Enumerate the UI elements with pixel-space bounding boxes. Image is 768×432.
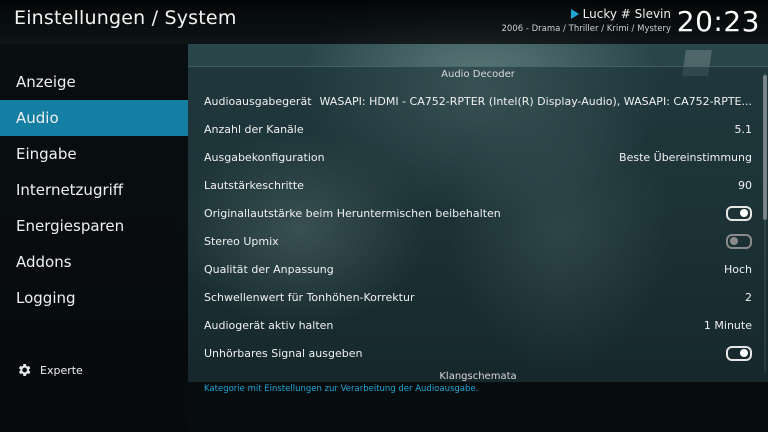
sidebar-item-audio[interactable]: Audio — [0, 100, 188, 136]
category-description: Kategorie mit Einstellungen zur Verarbei… — [204, 384, 479, 394]
setting-channel-count[interactable]: Anzahl der Kanäle 5.1 — [204, 115, 752, 143]
now-playing-info[interactable]: Lucky # Slevin 2006 - Drama / Thriller /… — [502, 7, 671, 34]
setting-label: Stereo Upmix — [204, 234, 279, 248]
sidebar-item-energiesparen[interactable]: Energiesparen — [0, 208, 188, 244]
setting-keep-original-volume[interactable]: Originallautstärke beim Heruntermischen … — [204, 199, 752, 227]
setting-value: 1 Minute — [703, 318, 752, 332]
section-header-audio-decoder: Audio Decoder — [441, 69, 515, 80]
setting-label: Qualität der Anpassung — [204, 262, 334, 276]
setting-output-configuration[interactable]: Ausgabekonfiguration Beste Übereinstimmu… — [204, 143, 752, 171]
toggle-knob — [740, 349, 748, 357]
settings-level-button[interactable]: Experte — [16, 362, 83, 378]
toggle-switch-on[interactable] — [726, 345, 752, 361]
settings-panel: Audio Decoder Audioausgabegerät WASAPI: … — [188, 66, 768, 383]
setting-stereo-upmix[interactable]: Stereo Upmix — [204, 227, 752, 255]
now-playing-meta: 2006 - Drama / Thriller / Krimi / Myster… — [501, 24, 671, 34]
setting-value: WASAPI: HDMI - CA752-RPTER (Intel(R) Dis… — [319, 94, 752, 108]
toggle-knob — [740, 209, 748, 217]
top-bar: Einstellungen / System Lucky # Slevin 20… — [0, 0, 768, 44]
sidebar: Anzeige Audio Eingabe Internetzugriff En… — [0, 44, 188, 432]
setting-label: Unhörbares Signal ausgeben — [204, 346, 363, 360]
now-playing-title: Lucky # Slevin — [582, 7, 671, 21]
setting-label: Audioausgabegerät — [204, 94, 312, 108]
now-playing-title-row: Lucky # Slevin — [502, 7, 671, 21]
setting-audio-output-device[interactable]: Audioausgabegerät WASAPI: HDMI - CA752-R… — [204, 87, 752, 115]
toggle-switch-on[interactable] — [726, 205, 752, 221]
setting-resample-quality[interactable]: Qualität der Anpassung Hoch — [204, 255, 752, 283]
setting-label: Originallautstärke beim Heruntermischen … — [204, 206, 501, 220]
toggle-knob — [730, 237, 738, 245]
section-header-klangschemata: Klangschemata — [439, 371, 517, 382]
setting-value: Hoch — [723, 262, 752, 276]
settings-level-label: Experte — [40, 363, 83, 377]
setting-label: Schwellenwert für Tonhöhen-Korrektur — [204, 290, 415, 304]
setting-value: Beste Übereinstimmung — [619, 150, 752, 164]
page-title: Einstellungen / System — [14, 7, 237, 29]
setting-pitch-threshold[interactable]: Schwellenwert für Tonhöhen-Korrektur 2 — [204, 283, 752, 311]
sidebar-item-internetzugriff[interactable]: Internetzugriff — [0, 172, 188, 208]
sidebar-item-addons[interactable]: Addons — [0, 244, 188, 280]
setting-value: 90 — [738, 178, 752, 192]
toggle-switch-off[interactable] — [726, 233, 752, 249]
setting-label: Audiogerät aktiv halten — [204, 318, 334, 332]
setting-inaudible-signal[interactable]: Unhörbares Signal ausgeben — [204, 339, 752, 367]
clock: 20:23 — [676, 5, 760, 38]
setting-label: Ausgabekonfiguration — [204, 150, 325, 164]
gear-icon — [18, 364, 31, 376]
scrollbar-thumb[interactable] — [763, 75, 767, 220]
setting-volume-steps[interactable]: Lautstärkeschritte 90 — [204, 171, 752, 199]
footer-description-bar: Kategorie mit Einstellungen zur Verarbei… — [188, 382, 768, 432]
setting-value: 5.1 — [734, 122, 753, 136]
setting-keep-device-alive[interactable]: Audiogerät aktiv halten 1 Minute — [204, 311, 752, 339]
setting-value: 2 — [745, 290, 752, 304]
sidebar-item-anzeige[interactable]: Anzeige — [0, 64, 188, 100]
setting-label: Lautstärkeschritte — [204, 178, 304, 192]
sidebar-item-logging[interactable]: Logging — [0, 280, 188, 316]
sidebar-item-eingabe[interactable]: Eingabe — [0, 136, 188, 172]
setting-label: Anzahl der Kanäle — [204, 122, 304, 136]
play-icon — [570, 9, 579, 19]
